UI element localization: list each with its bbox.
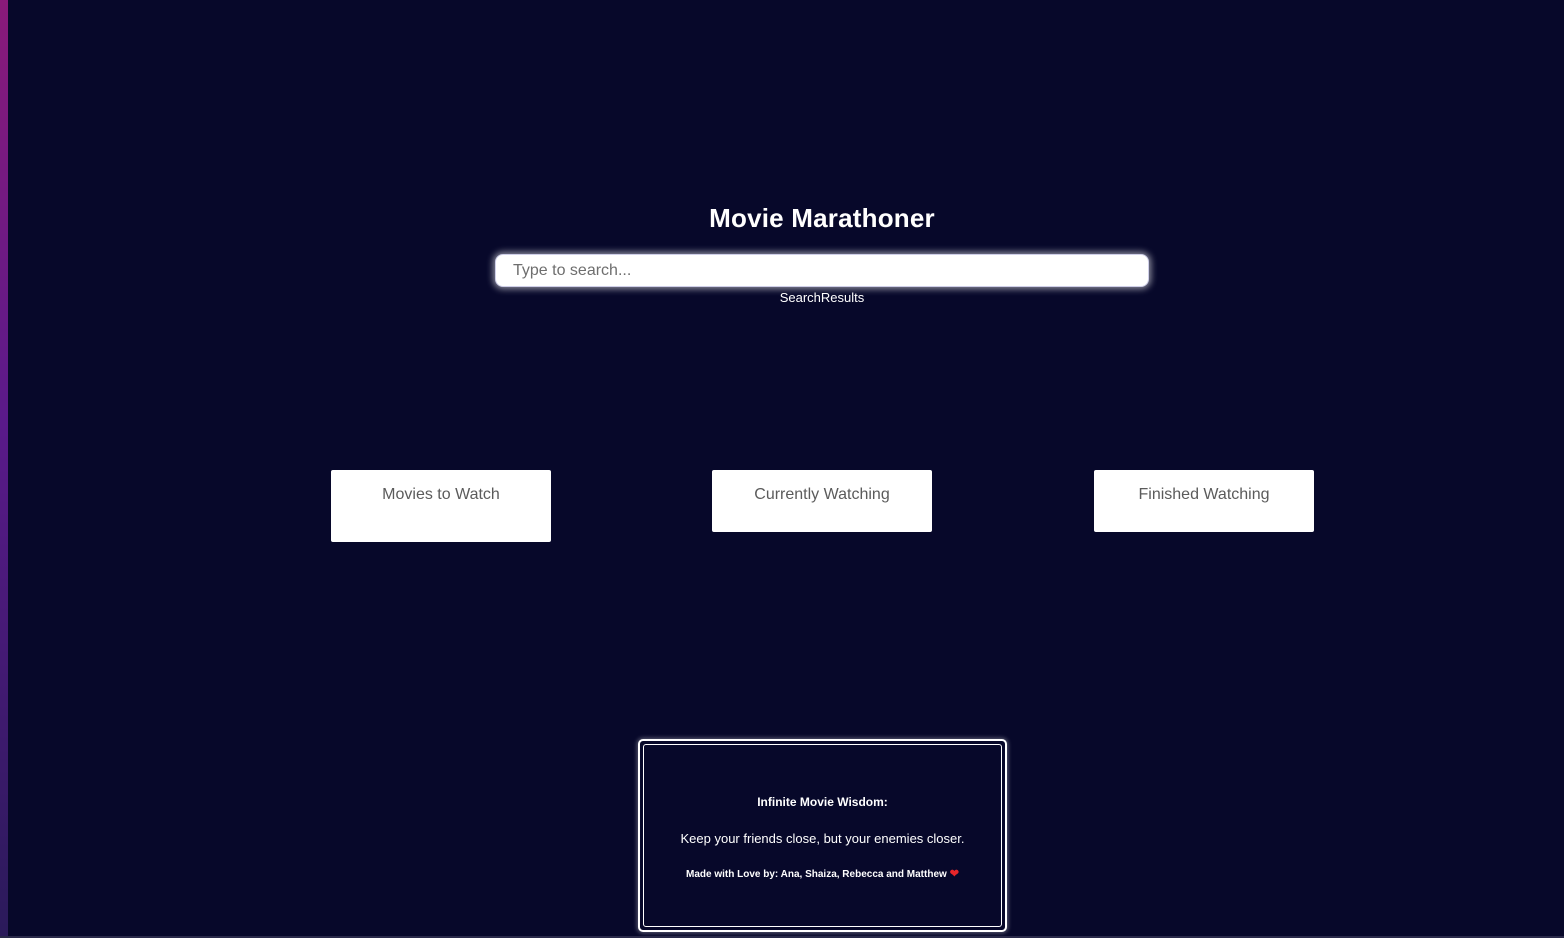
heart-icon: ❤ [949,868,959,880]
list-label: Movies to Watch [382,486,500,503]
app-page: Movie Marathoner SearchResults Movies to… [8,0,1564,938]
page-title: Movie Marathoner [709,203,935,233]
list-label: Currently Watching [754,486,890,503]
list-currently-watching[interactable]: Currently Watching [712,470,932,532]
wisdom-label: Infinite Movie Wisdom: [757,795,888,809]
search-box[interactable] [495,254,1149,287]
list-label: Finished Watching [1138,486,1270,503]
credits-text: Made with Love by: Ana, Shaiza, Rebecca … [685,869,947,880]
footer-wisdom-box: Infinite Movie Wisdom: Keep your friends… [638,739,1007,932]
credits-line: Made with Love by: Ana, Shaiza, Rebecca … [640,867,1005,880]
window-edge-gradient [0,0,8,938]
list-movies-to-watch[interactable]: Movies to Watch [331,470,551,542]
list-finished-watching[interactable]: Finished Watching [1094,470,1314,532]
search-results: SearchResults [779,290,865,305]
wisdom-quote: Keep your friends close, but your enemie… [680,831,965,846]
search-input[interactable] [496,255,1148,286]
